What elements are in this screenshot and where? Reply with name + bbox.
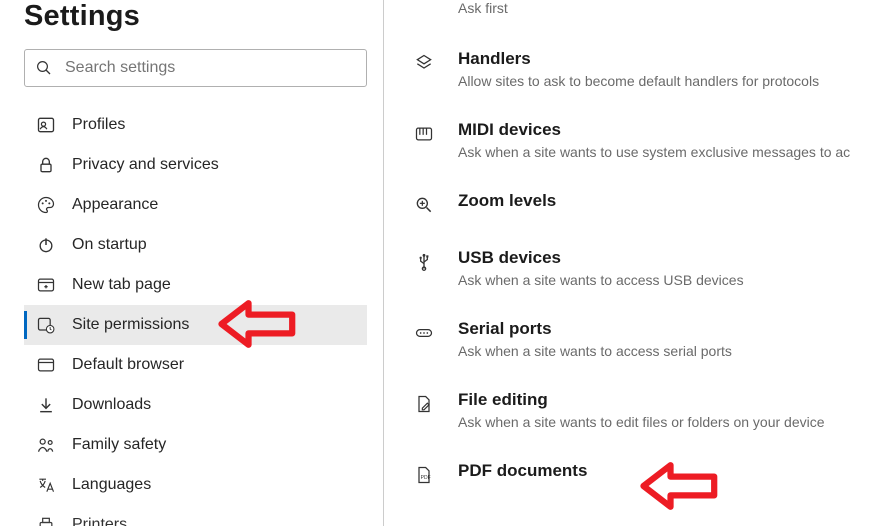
permission-item-prev-sub[interactable]: Ask first: [412, 0, 896, 36]
permission-title: PDF documents: [458, 461, 896, 481]
nav-item-profiles[interactable]: Profiles: [24, 105, 367, 145]
permission-title: USB devices: [458, 248, 896, 268]
nav-item-downloads[interactable]: Downloads: [24, 385, 367, 425]
permission-item-midi[interactable]: MIDI devices Ask when a site wants to us…: [412, 107, 896, 178]
permission-item-zoom[interactable]: Zoom levels: [412, 178, 896, 235]
nav-item-newtab[interactable]: New tab page: [24, 265, 367, 305]
permissions-list: Ask first Handlers Allow sites to ask to…: [412, 0, 896, 491]
nav-item-privacy[interactable]: Privacy and services: [24, 145, 367, 185]
search-icon: [35, 59, 53, 77]
nav-item-site-permissions[interactable]: Site permissions: [24, 305, 367, 345]
permission-title: MIDI devices: [458, 120, 896, 140]
nav-label: Profiles: [72, 116, 125, 134]
permission-subtitle: Ask when a site wants to access serial p…: [458, 343, 896, 359]
permissions-icon: [36, 315, 56, 335]
family-icon: [36, 435, 56, 455]
nav-label: Family safety: [72, 436, 166, 454]
nav-item-family[interactable]: Family safety: [24, 425, 367, 465]
lock-icon: [36, 155, 56, 175]
handlers-icon: [412, 51, 436, 75]
palette-icon: [36, 195, 56, 215]
languages-icon: [36, 475, 56, 495]
download-icon: [36, 395, 56, 415]
permission-title: Zoom levels: [458, 191, 896, 211]
permission-subtitle: Allow sites to ask to become default han…: [458, 73, 896, 89]
pdf-icon: [412, 463, 436, 487]
nav-item-printers[interactable]: Printers: [24, 505, 367, 526]
permission-title: File editing: [458, 390, 896, 410]
permission-item-serial[interactable]: Serial ports Ask when a site wants to ac…: [412, 306, 896, 377]
nav-label: Default browser: [72, 356, 184, 374]
permission-item-usb[interactable]: USB devices Ask when a site wants to acc…: [412, 235, 896, 306]
nav-label: On startup: [72, 236, 147, 254]
nav-item-languages[interactable]: Languages: [24, 465, 367, 505]
nav-item-appearance[interactable]: Appearance: [24, 185, 367, 225]
serial-icon: [412, 321, 436, 345]
nav-label: New tab page: [72, 276, 171, 294]
nav-label: Languages: [72, 476, 151, 494]
zoom-icon: [412, 193, 436, 217]
permission-item-handlers[interactable]: Handlers Allow sites to ask to become de…: [412, 36, 896, 107]
nav-label: Printers: [72, 516, 127, 526]
permission-subtitle: Ask when a site wants to edit files or f…: [458, 414, 896, 430]
permissions-pane: Ask first Handlers Allow sites to ask to…: [384, 0, 896, 526]
nav-list: Profiles Privacy and services Appearance…: [24, 105, 367, 526]
nav-label: Privacy and services: [72, 156, 219, 174]
permission-item-file-editing[interactable]: File editing Ask when a site wants to ed…: [412, 377, 896, 448]
nav-label: Appearance: [72, 196, 158, 214]
permission-title: Serial ports: [458, 319, 896, 339]
midi-icon: [412, 122, 436, 146]
search-box[interactable]: [24, 49, 367, 87]
permission-subtitle: Ask when a site wants to use system excl…: [458, 144, 896, 160]
permission-item-pdf[interactable]: PDF documents: [412, 448, 896, 491]
nav-label: Downloads: [72, 396, 151, 414]
browser-icon: [36, 355, 56, 375]
page-title: Settings: [24, 0, 367, 33]
search-input[interactable]: [63, 58, 356, 78]
settings-sidebar: Settings Profiles Privacy and services A…: [0, 0, 384, 526]
printer-icon: [36, 515, 56, 526]
usb-icon: [412, 250, 436, 274]
nav-item-default-browser[interactable]: Default browser: [24, 345, 367, 385]
permission-subtitle: Ask first: [458, 0, 896, 16]
nav-item-startup[interactable]: On startup: [24, 225, 367, 265]
permission-subtitle: Ask when a site wants to access USB devi…: [458, 272, 896, 288]
blank-icon: [412, 2, 436, 26]
nav-label: Site permissions: [72, 316, 189, 334]
profile-card-icon: [36, 115, 56, 135]
file-edit-icon: [412, 392, 436, 416]
power-icon: [36, 235, 56, 255]
newtab-icon: [36, 275, 56, 295]
permission-title: Handlers: [458, 49, 896, 69]
